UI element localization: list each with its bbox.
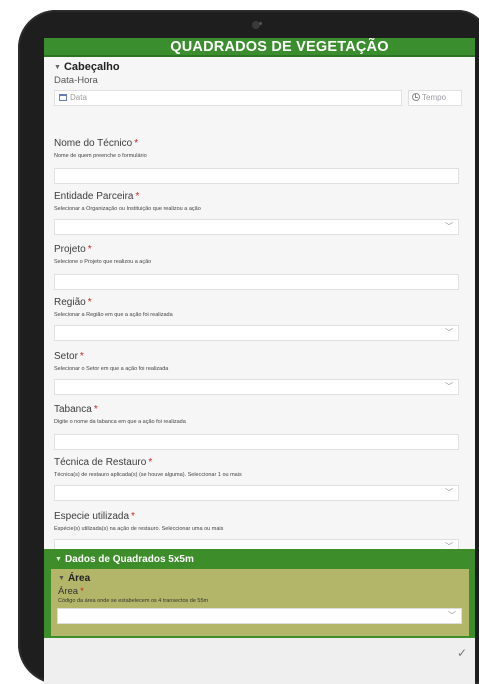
field-tabanca: Tabanca * Digite o nome da tabanca em que… [54,404,459,450]
required-marker: * [79,351,84,362]
field-label: Área [58,586,79,597]
field-label: Entidade Parceira [54,191,134,202]
time-placeholder: Tempo [422,93,447,102]
group-header-area[interactable]: ▼ Área [58,573,90,584]
required-marker: * [134,138,139,149]
chevron-down-icon: ﹀ [445,488,453,497]
entidade-parceira-select[interactable]: ﹀ [54,219,459,235]
setor-select[interactable]: ﹀ [54,379,459,395]
clock-icon [412,93,420,101]
field-hint: Selecionar o Setor em que a ação foi rea… [54,366,169,372]
field-hint: Selecione o Projeto que realizou a ação [54,259,152,265]
group-title: Cabeçalho [63,61,120,73]
tecnica-restauro-select[interactable]: ﹀ [54,485,459,501]
camera-icon [252,21,262,29]
group-title: Área [67,573,91,584]
field-label: Região [54,297,86,308]
field-label: Nome do Técnico [54,138,133,149]
field-tecnica-restauro: Técnica de Restauro * Técnica(s) de resta… [54,457,459,501]
caret-down-icon: ▼ [54,64,61,71]
calendar-icon [59,94,67,101]
regiao-select[interactable]: ﹀ [54,325,459,341]
field-nome-tecnico: Nome do Técnico * Nome de quem preenche o… [54,138,459,184]
projeto-input[interactable] [54,274,459,290]
chevron-down-icon: ﹀ [445,382,453,391]
field-hint: Nome de quem preenche o formulário [54,153,147,159]
datetime-row: Data Tempo [54,90,475,106]
subgroup-area: ▼ Área Área * Código da área onde se estab… [51,569,469,636]
section-dados-quadrados: ▼ Dados de Quadrados 5x5m ▼ Área Área * Cód… [44,549,475,638]
date-placeholder: Data [70,93,87,102]
caret-down-icon: ▼ [58,575,65,582]
field-regiao: Região * Selecionar a Região em que a açã… [54,297,459,341]
group-header-dados[interactable]: ▼ Dados de Quadrados 5x5m [55,554,194,566]
area-label-row: Área * [58,586,84,597]
required-marker: * [93,404,98,415]
app-screen: QUADRADOS DE VEGETAÇÃO ▼ Cabeçalho Data-H… [44,38,475,684]
field-projeto: Projeto * Selecione o Projeto que realizo… [54,244,459,290]
field-label: Técnica de Restauro [54,457,147,468]
nome-tecnico-input[interactable] [54,168,459,184]
field-setor: Setor * Selecionar o Setor em que a ação … [54,351,459,395]
field-entidade-parceira: Entidade Parceira * Selecionar a Organiza… [54,191,459,235]
checkmark-icon[interactable]: ✓ [457,646,467,660]
field-hint: Código da área onde se estabelecem os 4 … [58,598,209,604]
field-label: Especie utilizada [54,511,130,522]
page-title: QUADRADOS DE VEGETAÇÃO [44,38,475,57]
bottom-toolbar: ✓ [44,638,475,684]
required-marker: * [135,191,140,202]
chevron-down-icon: ﹀ [445,328,453,337]
chevron-down-icon: ﹀ [448,611,456,620]
required-marker: * [87,244,92,255]
group-header-cabecalho[interactable]: ▼ Cabeçalho [54,61,475,73]
field-label: Setor [54,351,78,362]
field-hint: Digite o nome da tabanca em que a ação f… [54,419,186,425]
caret-down-icon: ▼ [55,556,62,563]
field-hint: Espécie(s) utilizada(s) na ação de resta… [54,526,224,532]
field-label: Tabanca [54,404,92,415]
required-marker: * [87,297,92,308]
field-hint: Selecionar a Região em que a ação foi re… [54,312,173,318]
tabanca-input[interactable] [54,434,459,450]
time-field[interactable]: Tempo [408,90,462,106]
field-hint: Selecionar a Organização ou Instituição … [54,206,201,212]
group-title: Dados de Quadrados 5x5m [64,554,194,565]
field-label: Projeto [54,244,86,255]
required-marker: * [148,457,153,468]
datetime-label: Data-Hora [54,75,98,86]
date-field[interactable]: Data [54,90,402,106]
chevron-down-icon: ﹀ [445,222,453,231]
required-marker: * [131,511,135,522]
field-hint: Técnica(s) de restauro aplicada(s) (se h… [54,472,242,478]
area-select[interactable]: ﹀ [57,608,462,624]
required-marker: * [80,586,84,597]
